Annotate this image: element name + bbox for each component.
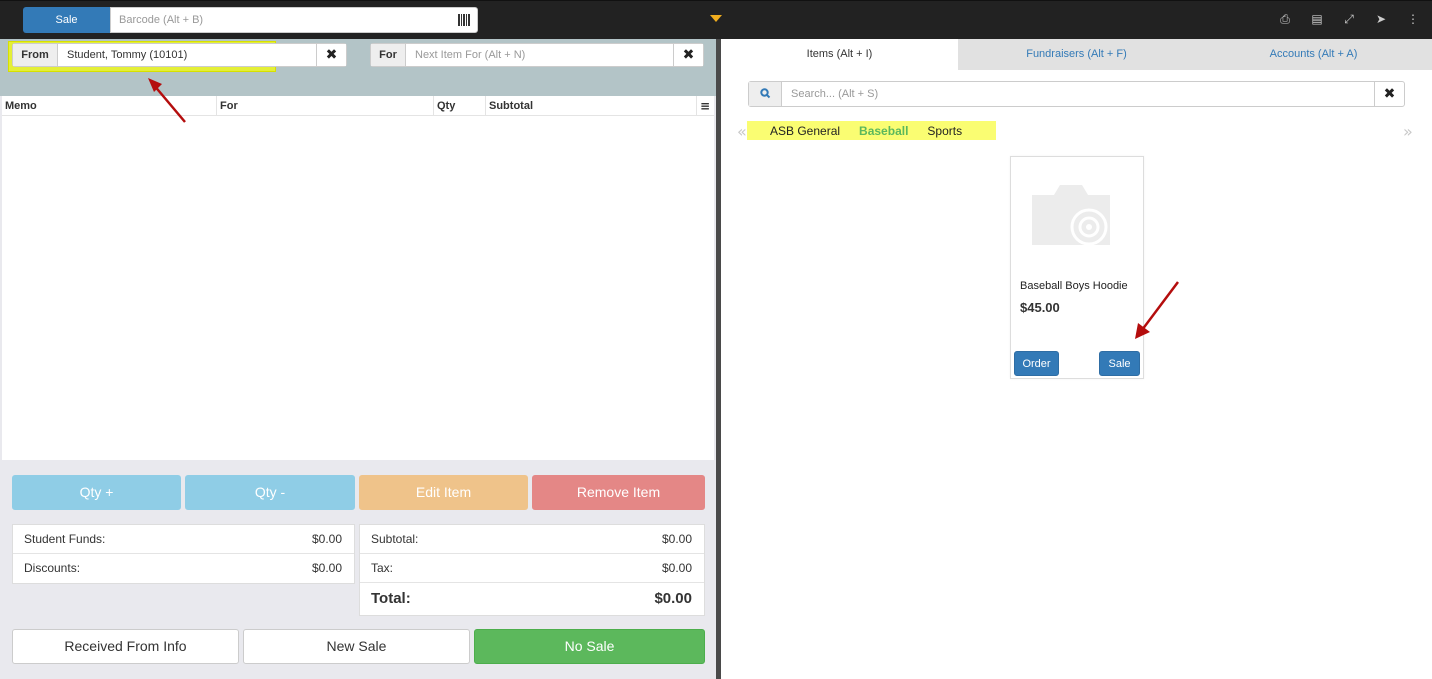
qty-plus-button[interactable]: Qty + — [12, 475, 181, 510]
catalog-search[interactable]: ✖ — [748, 81, 1405, 107]
tab-accounts[interactable]: Accounts (Alt + A) — [1195, 39, 1432, 70]
caret-down-icon[interactable] — [710, 15, 722, 22]
totals-summary: Subtotal: $0.00 Tax: $0.00 Total: $0.00 — [359, 524, 705, 616]
category-next-icon[interactable]: » — [1403, 122, 1413, 141]
from-clear-button[interactable]: ✖ — [316, 44, 346, 66]
catalog-pane: Items (Alt + I) Fundraisers (Alt + F) Ac… — [721, 39, 1432, 679]
student-funds-label: Student Funds: — [24, 532, 106, 546]
subtotal-value: $0.00 — [661, 532, 692, 546]
category-asb-general[interactable]: ASB General — [770, 124, 840, 138]
search-clear-button[interactable]: ✖ — [1374, 82, 1404, 106]
barcode-icon[interactable] — [458, 14, 470, 26]
qty-minus-button[interactable]: Qty - — [185, 475, 355, 510]
for-field[interactable]: For ✖ — [370, 43, 704, 67]
annotation-arrow-from — [148, 78, 186, 123]
cart-actions: Qty + Qty - Edit Item Remove Item — [12, 475, 705, 510]
total-value: $0.00 — [654, 590, 692, 607]
subtotal-row: Subtotal: $0.00 — [360, 525, 704, 554]
sale-mode-button[interactable]: Sale — [23, 7, 110, 33]
fullscreen-icon[interactable]: ⤢ — [1342, 11, 1356, 27]
discounts-row: Discounts: $0.00 — [13, 554, 354, 583]
column-qty[interactable]: Qty — [434, 96, 486, 115]
receipt-icon[interactable]: ▤ — [1310, 11, 1324, 27]
student-funds-value: $0.00 — [311, 532, 342, 546]
tax-label: Tax: — [371, 561, 394, 575]
from-value[interactable]: Student, Tommy (10101) — [59, 44, 317, 66]
from-label: From — [13, 44, 58, 66]
item-name: Baseball Boys Hoodie — [1020, 280, 1128, 292]
barcode-input[interactable] — [111, 8, 441, 32]
tab-fundraisers[interactable]: Fundraisers (Alt + F) — [958, 39, 1195, 70]
circle-arrow-icon[interactable]: ➤ — [1374, 11, 1388, 27]
category-strip: ASB General Baseball Sports — [747, 121, 996, 140]
for-input[interactable] — [407, 44, 673, 66]
discounts-value: $0.00 — [311, 561, 342, 575]
from-field[interactable]: From Student, Tommy (10101) ✖ — [12, 43, 347, 67]
line-items-table: Memo For Qty Subtotal ≡ — [2, 96, 714, 460]
received-from-info-button[interactable]: Received From Info — [12, 629, 239, 664]
total-row: Total: $0.00 — [360, 583, 704, 615]
barcode-field[interactable] — [110, 7, 478, 33]
funds-summary: Student Funds: $0.00 Discounts: $0.00 — [12, 524, 355, 584]
cart-pane: From Student, Tommy (10101) ✖ For ✖ Memo… — [0, 39, 716, 679]
category-sports[interactable]: Sports — [927, 124, 962, 138]
column-menu-icon[interactable]: ≡ — [697, 96, 713, 115]
annotation-arrow-sale — [1135, 281, 1179, 339]
camera-icon — [1032, 185, 1110, 246]
order-button[interactable]: Order — [1014, 351, 1059, 376]
search-input[interactable] — [783, 82, 1363, 106]
student-funds-row: Student Funds: $0.00 — [13, 525, 354, 554]
subtotal-label: Subtotal: — [371, 532, 419, 546]
remove-item-button[interactable]: Remove Item — [532, 475, 705, 510]
sale-actions: Received From Info New Sale No Sale — [12, 629, 705, 664]
tax-row: Tax: $0.00 — [360, 554, 704, 583]
top-bar: Sale ⎙ ▤ ⤢ ➤ ⋮ — [0, 0, 1432, 39]
total-label: Total: — [371, 590, 411, 607]
discounts-label: Discounts: — [24, 561, 81, 575]
search-icon — [749, 82, 782, 106]
more-vertical-icon[interactable]: ⋮ — [1406, 11, 1420, 27]
sale-button[interactable]: Sale — [1099, 351, 1140, 376]
for-clear-button[interactable]: ✖ — [673, 44, 703, 66]
column-for[interactable]: For — [217, 96, 434, 115]
tab-items[interactable]: Items (Alt + I) — [721, 39, 958, 70]
new-sale-button[interactable]: New Sale — [243, 629, 470, 664]
column-subtotal[interactable]: Subtotal — [486, 96, 697, 115]
edit-item-button[interactable]: Edit Item — [359, 475, 528, 510]
for-label: For — [371, 44, 406, 66]
toolbar-icons: ⎙ ▤ ⤢ ➤ ⋮ — [1278, 11, 1420, 27]
category-prev-icon[interactable]: « — [737, 122, 747, 141]
item-card[interactable]: Baseball Boys Hoodie $45.00 Order Sale — [1010, 156, 1144, 379]
item-price: $45.00 — [1020, 300, 1060, 315]
category-baseball[interactable]: Baseball — [859, 124, 908, 138]
tax-value: $0.00 — [661, 561, 692, 575]
catalog-tabs: Items (Alt + I) Fundraisers (Alt + F) Ac… — [721, 39, 1432, 70]
print-icon[interactable]: ⎙ — [1278, 11, 1292, 27]
table-header: Memo For Qty Subtotal ≡ — [2, 96, 714, 116]
cart-header: From Student, Tommy (10101) ✖ For ✖ — [0, 39, 716, 96]
no-sale-button[interactable]: No Sale — [474, 629, 705, 664]
